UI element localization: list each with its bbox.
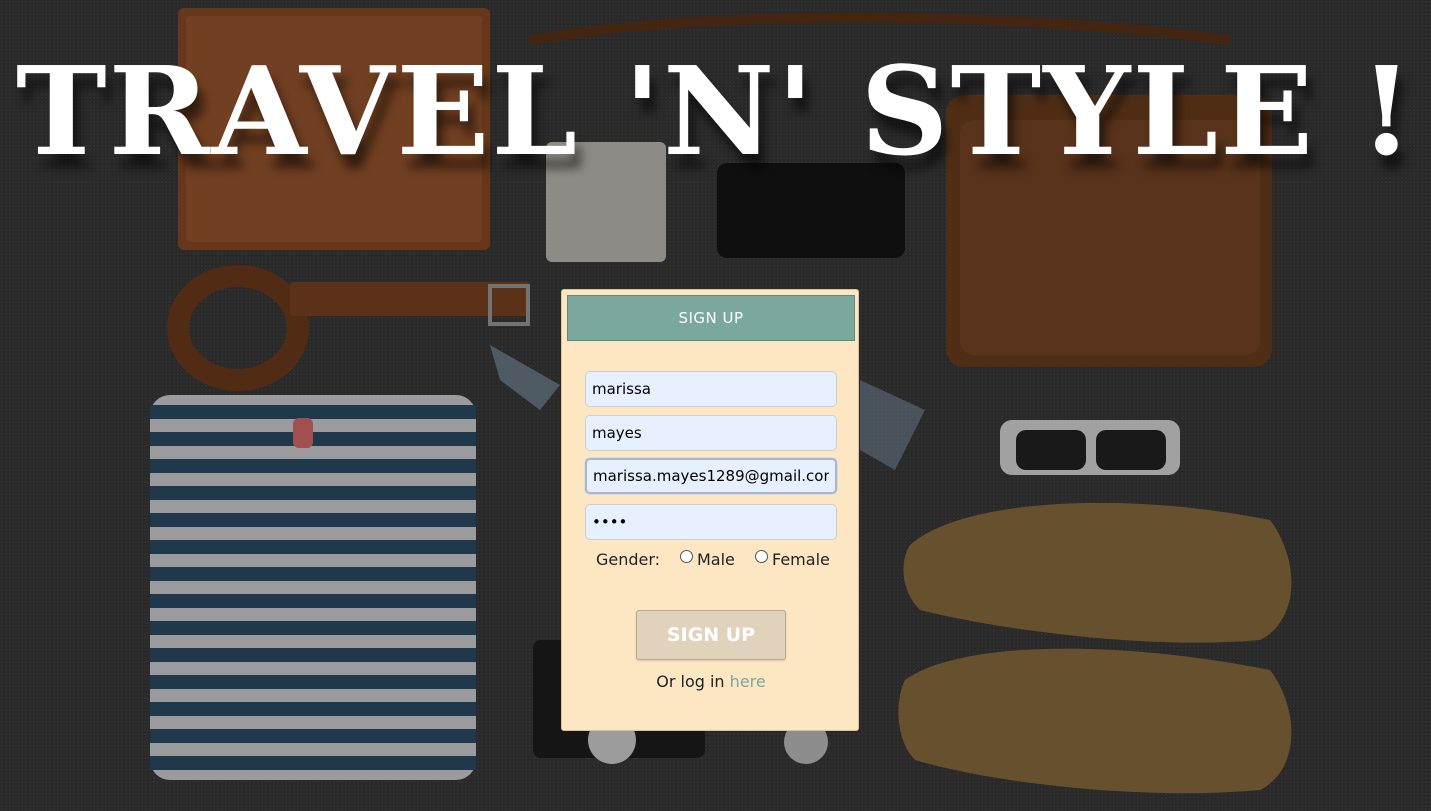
signup-button[interactable]: SIGN UP [636, 610, 786, 660]
gender-row: Gender: Male Female [562, 548, 860, 572]
password-input[interactable] [585, 504, 837, 540]
male-radio[interactable] [680, 550, 693, 563]
last-name-input[interactable] [585, 415, 837, 451]
login-row: Or log in here [562, 672, 860, 691]
female-label[interactable]: Female [772, 550, 830, 569]
first-name-input[interactable] [585, 371, 837, 407]
signup-header: SIGN UP [567, 295, 855, 341]
login-link[interactable]: here [730, 672, 766, 691]
male-label[interactable]: Male [697, 550, 735, 569]
login-prompt: Or log in [656, 672, 725, 691]
signup-card: SIGN UP Gender: Male Female SIGN UP Or l… [561, 289, 859, 731]
hero-title: TRAVEL 'N' STYLE ! [15, 39, 1416, 183]
email-input[interactable] [585, 458, 837, 494]
gender-label: Gender: [596, 550, 661, 569]
female-radio[interactable] [755, 550, 768, 563]
